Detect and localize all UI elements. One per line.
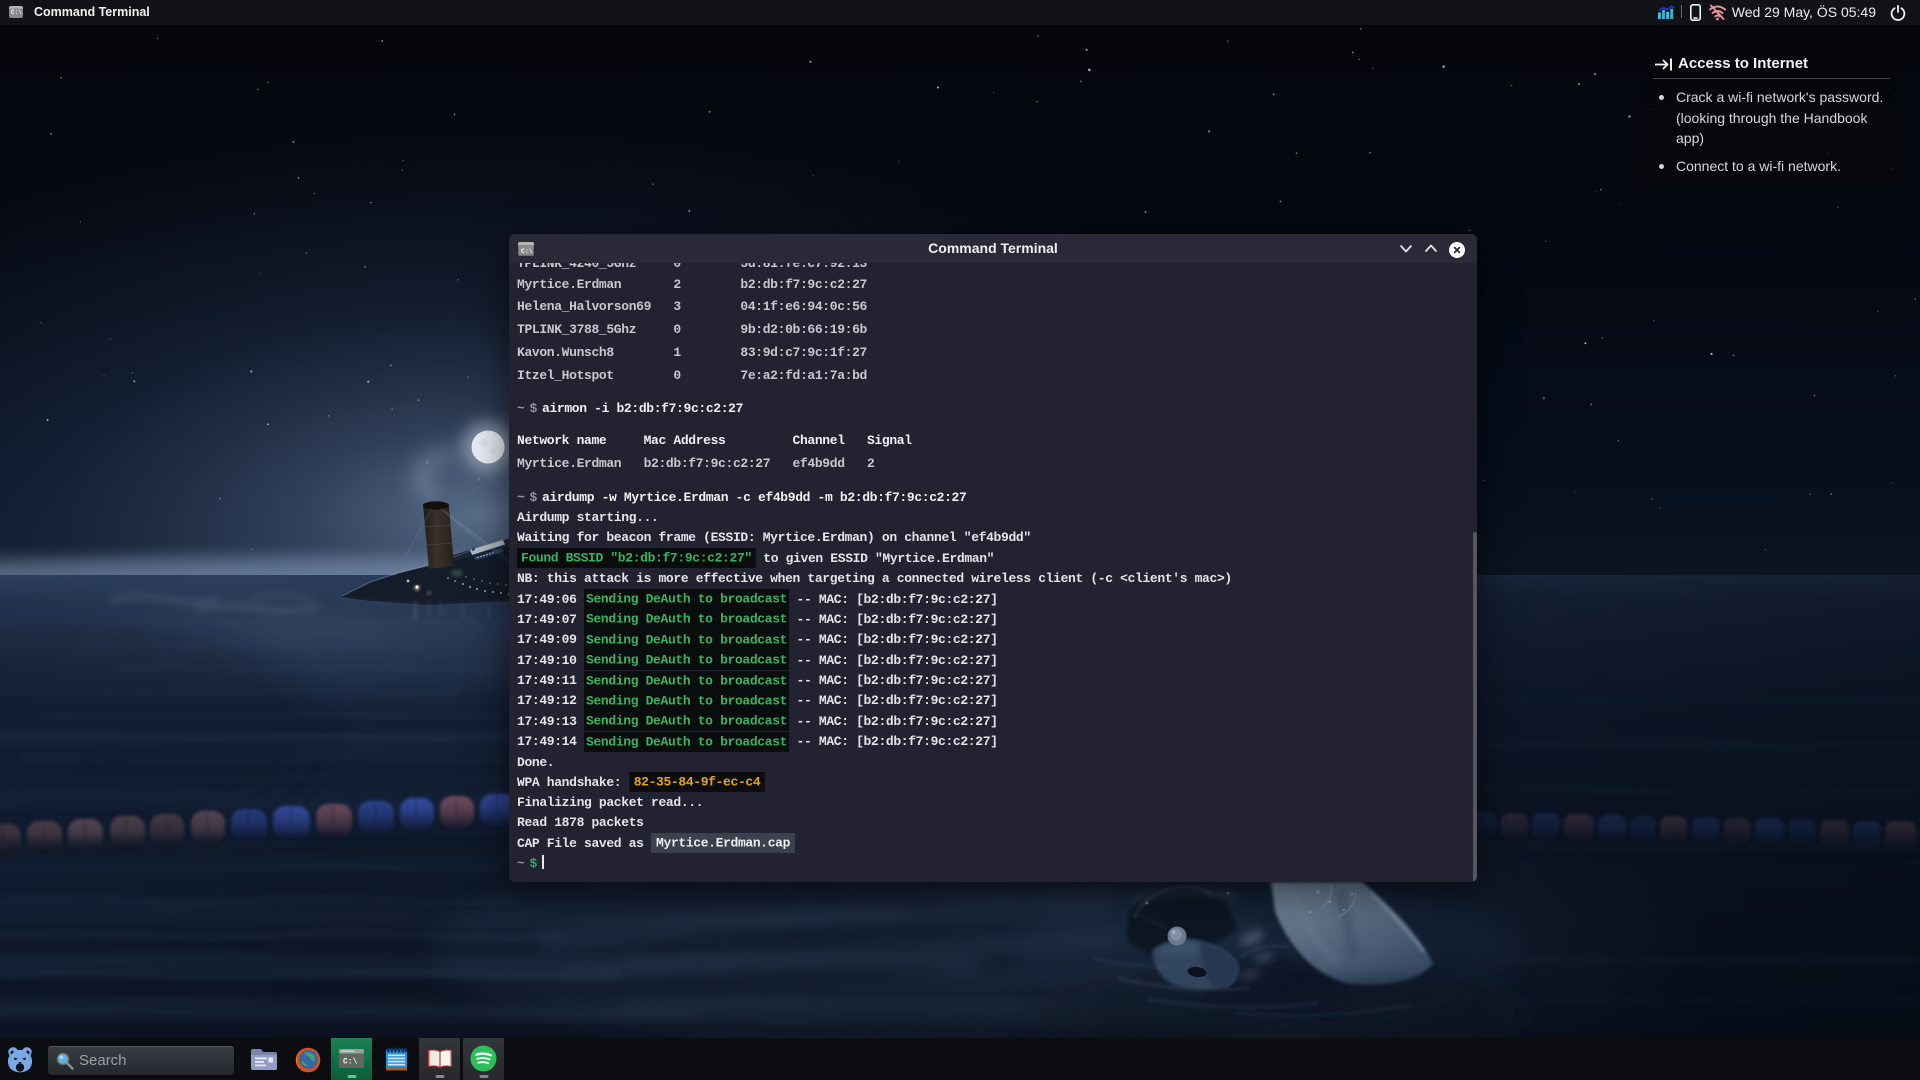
svg-text:C:\: C:\ [343, 1058, 358, 1067]
